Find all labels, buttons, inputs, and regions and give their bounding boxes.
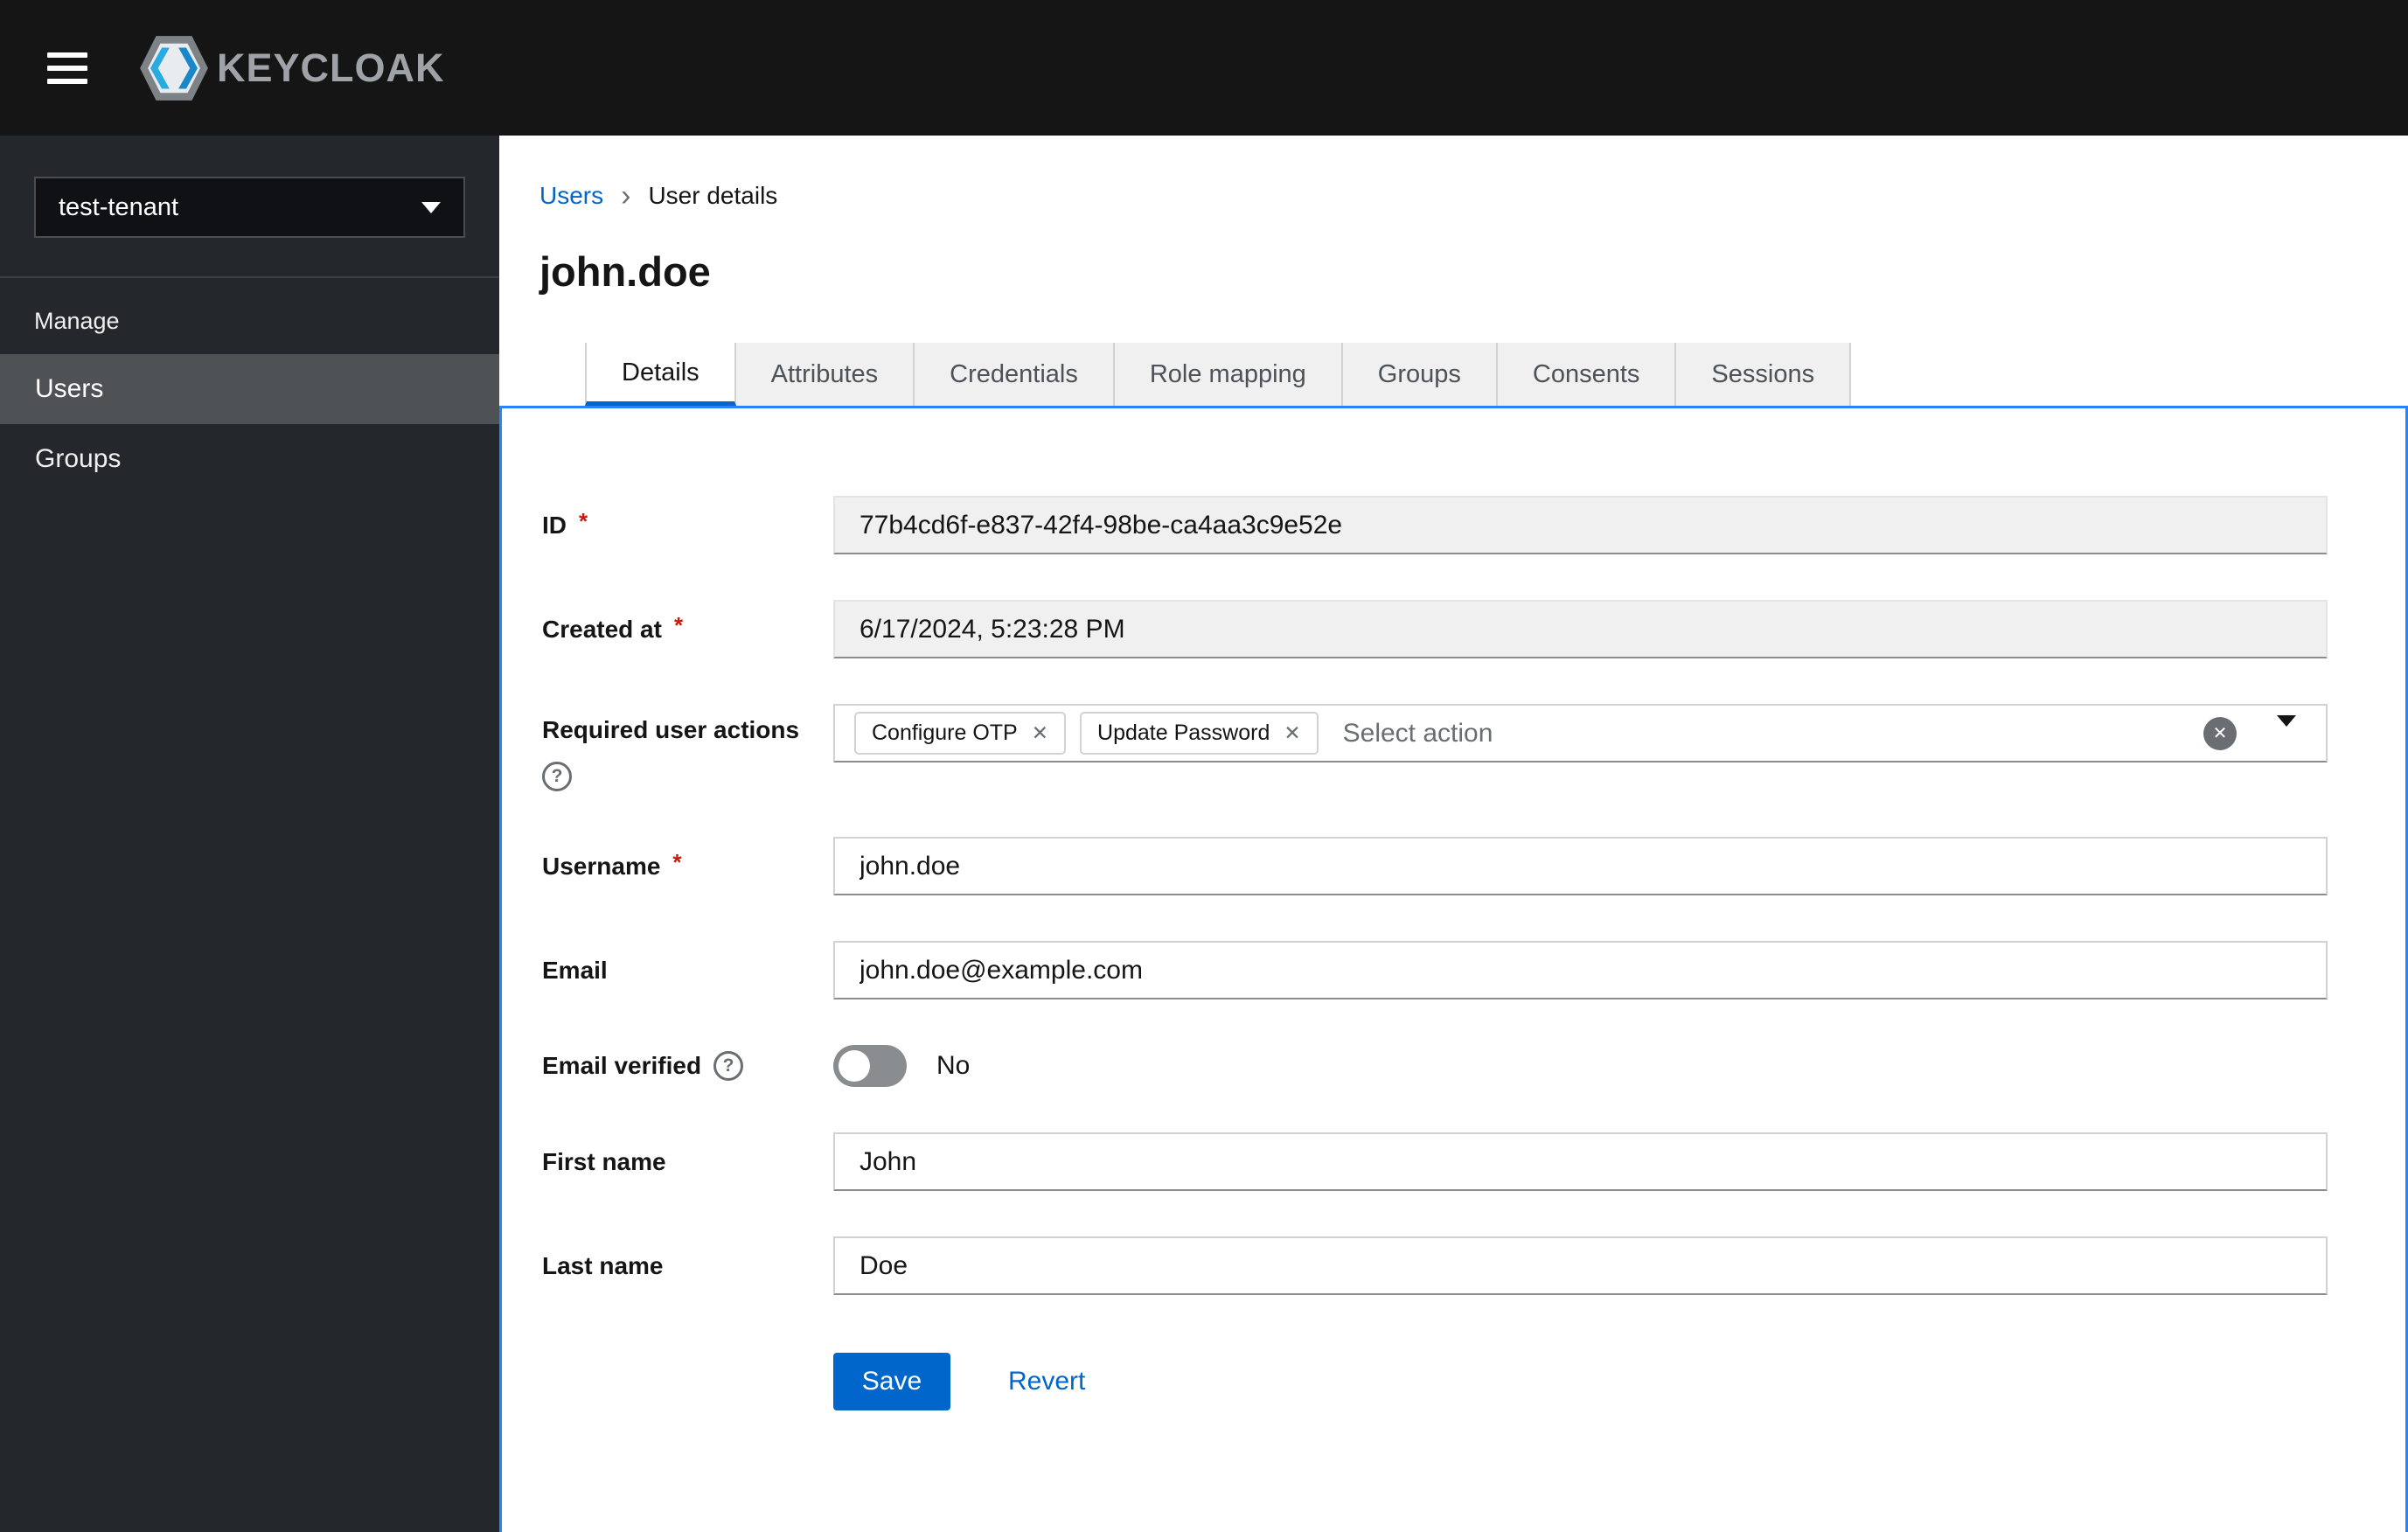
- chevron-down-icon[interactable]: [2273, 715, 2300, 743]
- clear-selection-icon[interactable]: ✕: [2203, 716, 2237, 750]
- page-title: john.doe: [539, 248, 711, 295]
- brand-wordmark: KEYCLOAK: [217, 45, 445, 90]
- remove-chip-icon[interactable]: ✕: [1032, 723, 1048, 743]
- realm-name: test-tenant: [59, 192, 179, 221]
- form-row-actions: Save Revert: [542, 1353, 2328, 1410]
- form-row-created-at: Created at *: [542, 600, 2328, 658]
- chevron-down-icon: [421, 201, 441, 213]
- sidebar-item-groups[interactable]: Groups: [0, 424, 499, 494]
- created-at-input[interactable]: [833, 600, 2328, 658]
- tabs: Details Attributes Credentials Role mapp…: [585, 343, 2408, 406]
- sidebar: test-tenant Manage Users Groups: [0, 136, 499, 1532]
- form-row-first-name: First name: [542, 1132, 2328, 1191]
- menu-icon[interactable]: [37, 42, 98, 94]
- form-row-id: ID *: [542, 496, 2328, 554]
- keycloak-logo: KEYCLOAK: [138, 31, 445, 106]
- content-header: Users › User details john.doe Details At…: [499, 136, 2408, 406]
- tab-role-mapping[interactable]: Role mapping: [1114, 343, 1343, 406]
- main-content: Users › User details john.doe Details At…: [499, 136, 2408, 1532]
- tab-sessions[interactable]: Sessions: [1676, 343, 1852, 406]
- toggle-knob: [839, 1050, 870, 1082]
- required-indicator: *: [672, 849, 682, 875]
- breadcrumb-current: User details: [648, 182, 778, 209]
- id-input[interactable]: [833, 496, 2328, 554]
- chip-configure-otp: Configure OTP ✕: [854, 712, 1067, 755]
- realm-selector[interactable]: test-tenant: [34, 177, 465, 238]
- form-row-last-name: Last name: [542, 1236, 2328, 1295]
- username-input[interactable]: [833, 837, 2328, 895]
- select-controls: ✕: [2203, 715, 2307, 750]
- required-actions-select[interactable]: Configure OTP ✕ Update Password ✕ Select…: [833, 704, 2328, 763]
- revert-button[interactable]: Revert: [1008, 1367, 1085, 1396]
- field-label-first-name: First name: [542, 1147, 666, 1175]
- first-name-input[interactable]: [833, 1132, 2328, 1191]
- help-icon[interactable]: ?: [542, 762, 572, 791]
- masthead: KEYCLOAK: [0, 0, 2408, 136]
- keycloak-logo-icon: [140, 35, 208, 101]
- remove-chip-icon[interactable]: ✕: [1284, 723, 1300, 743]
- tab-credentials[interactable]: Credentials: [915, 343, 1115, 406]
- realm-selector-section: test-tenant: [0, 136, 499, 278]
- form-row-username: Username *: [542, 837, 2328, 895]
- last-name-input[interactable]: [833, 1236, 2328, 1295]
- tab-groups[interactable]: Groups: [1342, 343, 1498, 406]
- sidebar-nav: Users Groups: [0, 354, 499, 494]
- email-verified-state: No: [936, 1051, 971, 1080]
- form-row-email: Email: [542, 941, 2328, 999]
- sidebar-item-users[interactable]: Users: [0, 354, 499, 424]
- required-indicator: *: [579, 508, 588, 534]
- form-row-email-verified: Email verified ? No: [542, 1045, 2328, 1087]
- save-button[interactable]: Save: [833, 1353, 950, 1410]
- field-label-email-verified: Email verified ?: [542, 1051, 833, 1081]
- details-panel: ID * Created at *: [499, 406, 2408, 1532]
- field-label-username: Username *: [542, 849, 682, 880]
- field-label-created-at: Created at *: [542, 612, 684, 643]
- nav-section-manage: Manage: [34, 308, 120, 334]
- help-icon[interactable]: ?: [713, 1051, 744, 1081]
- chip-update-password: Update Password ✕: [1080, 712, 1319, 755]
- email-verified-toggle[interactable]: [833, 1045, 907, 1087]
- tab-consents[interactable]: Consents: [1497, 343, 1677, 406]
- tab-details[interactable]: Details: [585, 343, 736, 406]
- required-indicator: *: [673, 612, 684, 638]
- chevron-right-icon: ›: [621, 179, 631, 212]
- form-row-required-user-actions: Required user actions ? Configure OTP ✕ …: [542, 704, 2328, 791]
- select-placeholder: Select action: [1342, 718, 1493, 748]
- breadcrumb: Users › User details: [539, 181, 2408, 211]
- form-actions: Save Revert: [833, 1353, 2328, 1410]
- field-label-id: ID *: [542, 508, 588, 539]
- user-details-form: ID * Created at *: [542, 496, 2328, 1410]
- tab-attributes[interactable]: Attributes: [735, 343, 915, 406]
- email-input[interactable]: [833, 941, 2328, 999]
- field-label-email: Email: [542, 956, 608, 984]
- breadcrumb-users-link[interactable]: Users: [539, 182, 603, 210]
- field-label-last-name: Last name: [542, 1251, 664, 1279]
- field-label-required-user-actions: Required user actions ?: [542, 704, 833, 791]
